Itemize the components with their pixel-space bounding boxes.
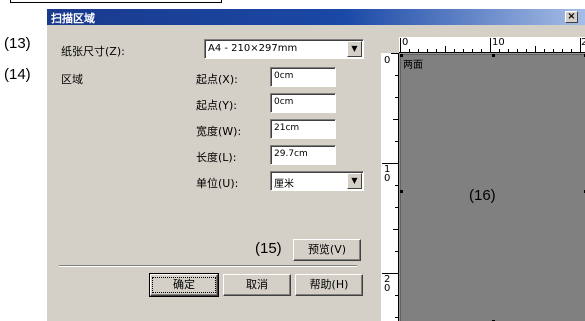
chevron-down-icon[interactable]: ▼ <box>347 41 362 57</box>
ok-button[interactable]: 确定 <box>149 273 219 297</box>
start-y-input[interactable]: 0cm <box>270 93 336 113</box>
window-title: 扫描区域 <box>51 12 95 25</box>
close-button[interactable]: × <box>565 11 578 23</box>
ruler-top-2: 2 <box>581 37 585 48</box>
resize-handle-tl[interactable] <box>400 54 403 57</box>
width-label: 宽度(W): <box>196 125 242 138</box>
start-y-value: 0cm <box>274 97 294 107</box>
length-input[interactable]: 29.7cm <box>270 145 336 165</box>
start-x-value: 0cm <box>274 71 294 81</box>
resize-handle-t[interactable] <box>492 54 495 57</box>
chevron-down-icon[interactable]: ▼ <box>347 173 362 189</box>
resize-handle-l[interactable] <box>400 190 403 193</box>
unit-select[interactable]: 厘米 ▼ <box>270 171 364 191</box>
cancel-button[interactable]: 取消 <box>223 274 291 296</box>
width-value: 21cm <box>274 123 300 133</box>
title-bar: 扫描区域 × <box>47 9 585 25</box>
ruler-left-0: 0 <box>384 55 391 66</box>
width-input[interactable]: 21cm <box>270 119 336 139</box>
ruler-top-0: 0 <box>402 37 409 48</box>
unit-label: 单位(U): <box>196 177 239 190</box>
close-icon: × <box>567 11 576 22</box>
ruler-left: 0 1 0 2 0 <box>381 53 399 321</box>
paper-size-value: A4 - 210×297mm <box>208 43 298 54</box>
help-button[interactable]: 帮助(H) <box>295 274 363 296</box>
start-y-label: 起点(Y): <box>196 99 238 112</box>
preview-button[interactable]: 预览(V) <box>293 239 361 261</box>
top-bracket-line <box>10 0 222 3</box>
ruler-top-10: 10 <box>492 37 505 48</box>
ok-button-label: 确定 <box>152 277 216 293</box>
scan-page-area[interactable]: 两面 (16) <box>400 54 585 321</box>
scan-area-dialog: 扫描区域 × 纸张尺寸(Z): A4 - 210×297mm ▼ 区域 起点(X… <box>46 8 585 321</box>
ruler-left-20: 2 0 <box>384 274 391 294</box>
callout-16: (16) <box>469 187 496 204</box>
ruler-top: 0 10 2 <box>399 37 585 53</box>
start-x-label: 起点(X): <box>196 73 238 86</box>
ruler-left-10: 1 0 <box>384 164 391 184</box>
area-label: 区域 <box>61 73 83 86</box>
page-side-label: 两面 <box>403 60 423 71</box>
length-value: 29.7cm <box>274 149 308 159</box>
length-label: 长度(L): <box>196 151 237 164</box>
unit-value: 厘米 <box>274 179 294 190</box>
separator-line <box>59 265 357 267</box>
start-x-input[interactable]: 0cm <box>270 67 336 87</box>
ruler-corner <box>381 37 399 53</box>
paper-size-select[interactable]: A4 - 210×297mm ▼ <box>204 39 364 59</box>
paper-size-label: 纸张尺寸(Z): <box>61 45 125 58</box>
scan-preview-pane[interactable]: 0 10 2 0 1 0 2 0 两面 (16) <box>381 37 585 321</box>
callout-14: (14) <box>4 66 31 83</box>
callout-15: (15) <box>255 240 282 257</box>
callout-13: (13) <box>4 35 31 52</box>
screenshot-root: (13) (14) 扫描区域 × 纸张尺寸(Z): A4 - 210×297mm… <box>0 0 585 321</box>
